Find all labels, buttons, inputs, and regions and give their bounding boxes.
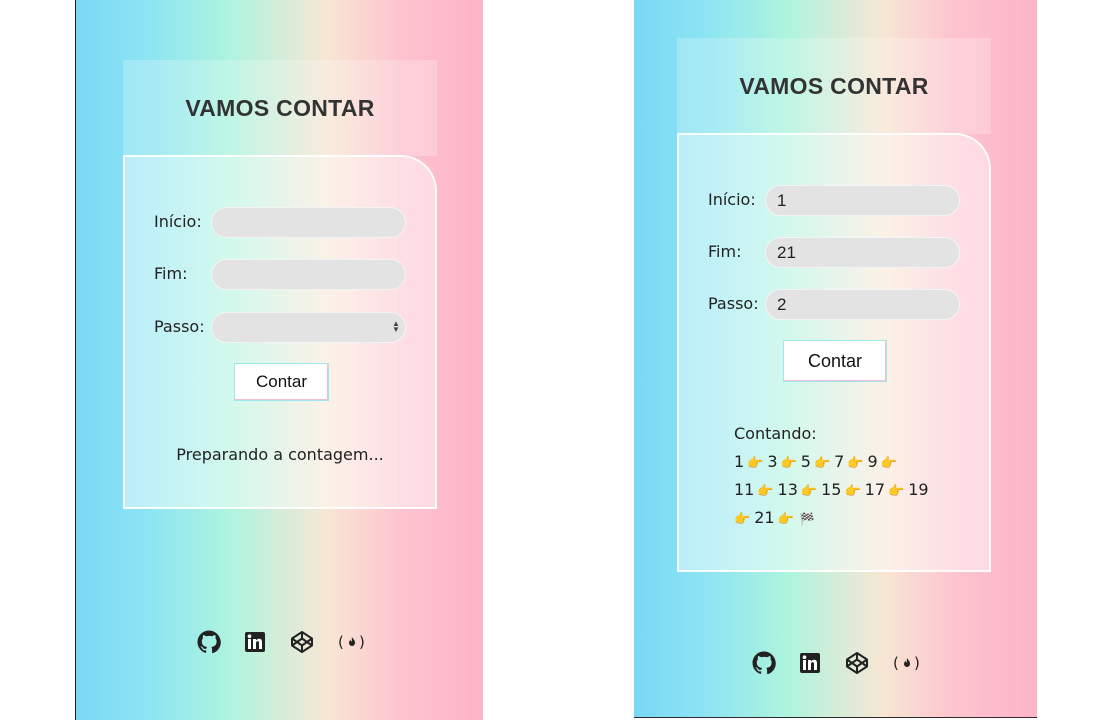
count-number: 19 [908,480,929,499]
pointing-hand-icon: 👉 [780,456,797,471]
linkedin-icon[interactable] [799,652,821,674]
left-screen: VAMOS CONTAR Início: Fim: Passo: ▲ ▼ Cont… [75,0,483,720]
count-number: 3 [767,452,778,471]
count-number: 21 [754,508,775,527]
header: VAMOS CONTAR [123,60,437,156]
contar-button[interactable]: Contar [783,340,887,382]
page-title: VAMOS CONTAR [739,72,929,99]
passo-row: Passo: [154,317,205,336]
pointing-hand-icon: 👉 [847,456,864,471]
pointing-hand-icon: 👉 [813,456,831,471]
linkedin-icon[interactable] [244,631,266,653]
pointing-hand-icon: 👉 [734,512,751,527]
passo-input[interactable]: ▲ ▼ [211,312,406,343]
fim-input[interactable]: 21 [765,237,960,268]
fim-label: Fim: [154,264,188,283]
inicio-input[interactable] [211,207,406,238]
pointing-hand-icon: 👉 [800,484,818,499]
fim-row: Fim: [708,242,741,261]
count-number: 13 [777,480,798,499]
github-icon[interactable] [752,651,776,675]
passo-input[interactable]: 2 [765,289,960,320]
right-screen: VAMOS CONTAR Início: 1 Fim: 21 Passo: 2 … [634,0,1037,718]
inicio-row: Início: [708,190,756,209]
svg-text:(: ( [338,633,344,651]
pointing-hand-icon: 👉 [888,484,905,499]
svg-text:): ) [914,654,920,672]
header: VAMOS CONTAR [677,38,991,134]
inicio-label: Início: [154,212,202,231]
github-icon[interactable] [197,630,221,654]
count-number: 11 [734,480,755,499]
counter-card: Início: Fim: Passo: ▲ ▼ Contar Preparando… [123,155,437,509]
codepen-icon[interactable] [845,651,869,675]
finish-flag-icon: 🏁 [799,512,815,526]
fim-input[interactable] [211,259,406,290]
codepen-icon[interactable] [290,630,314,654]
page-title: VAMOS CONTAR [185,94,375,121]
inicio-label: Início: [708,190,756,209]
passo-label: Passo: [154,317,205,336]
pointing-hand-icon: 👉 [844,484,861,499]
inicio-row: Início: [154,212,202,231]
result-line-1: 1 👉 3 👉 5 👉 7 👉 9 👉 [734,452,901,471]
svg-text:(: ( [893,654,899,672]
pointing-hand-icon: 👉 [757,484,774,499]
status-text: Preparando a contagem... [176,445,384,464]
fim-label: Fim: [708,242,742,261]
footer-social-links: () [752,651,922,675]
contar-button[interactable]: Contar [234,363,329,401]
freecodecamp-icon[interactable]: () [892,653,922,673]
count-number: 5 [800,452,811,471]
svg-text:): ) [359,633,365,651]
count-number: 7 [834,452,845,471]
passo-row: Passo: [708,294,759,313]
result-line-2: 11 👉 13 👉 15 👉 17 👉 19 [734,480,929,499]
pointing-hand-icon: 👉 [880,456,897,471]
pointing-hand-icon: 👉 [777,512,794,527]
result-header: Contando: [734,424,817,443]
passo-label: Passo: [708,294,759,313]
fim-row: Fim: [154,264,187,283]
spinner-arrows-icon[interactable]: ▲ ▼ [392,320,400,335]
footer-social-links: () [197,630,367,654]
inicio-input[interactable]: 1 [765,185,960,216]
count-number: 9 [867,452,878,471]
pointing-hand-icon: 👉 [747,456,764,471]
count-number: 15 [821,480,842,499]
counter-card: Início: 1 Fim: 21 Passo: 2 Contar Contan… [677,133,991,572]
result-line-3: 👉 21 👉 🏁 [734,508,815,527]
count-number: 1 [734,452,745,471]
freecodecamp-icon[interactable]: () [337,632,367,652]
count-number: 17 [864,480,885,499]
